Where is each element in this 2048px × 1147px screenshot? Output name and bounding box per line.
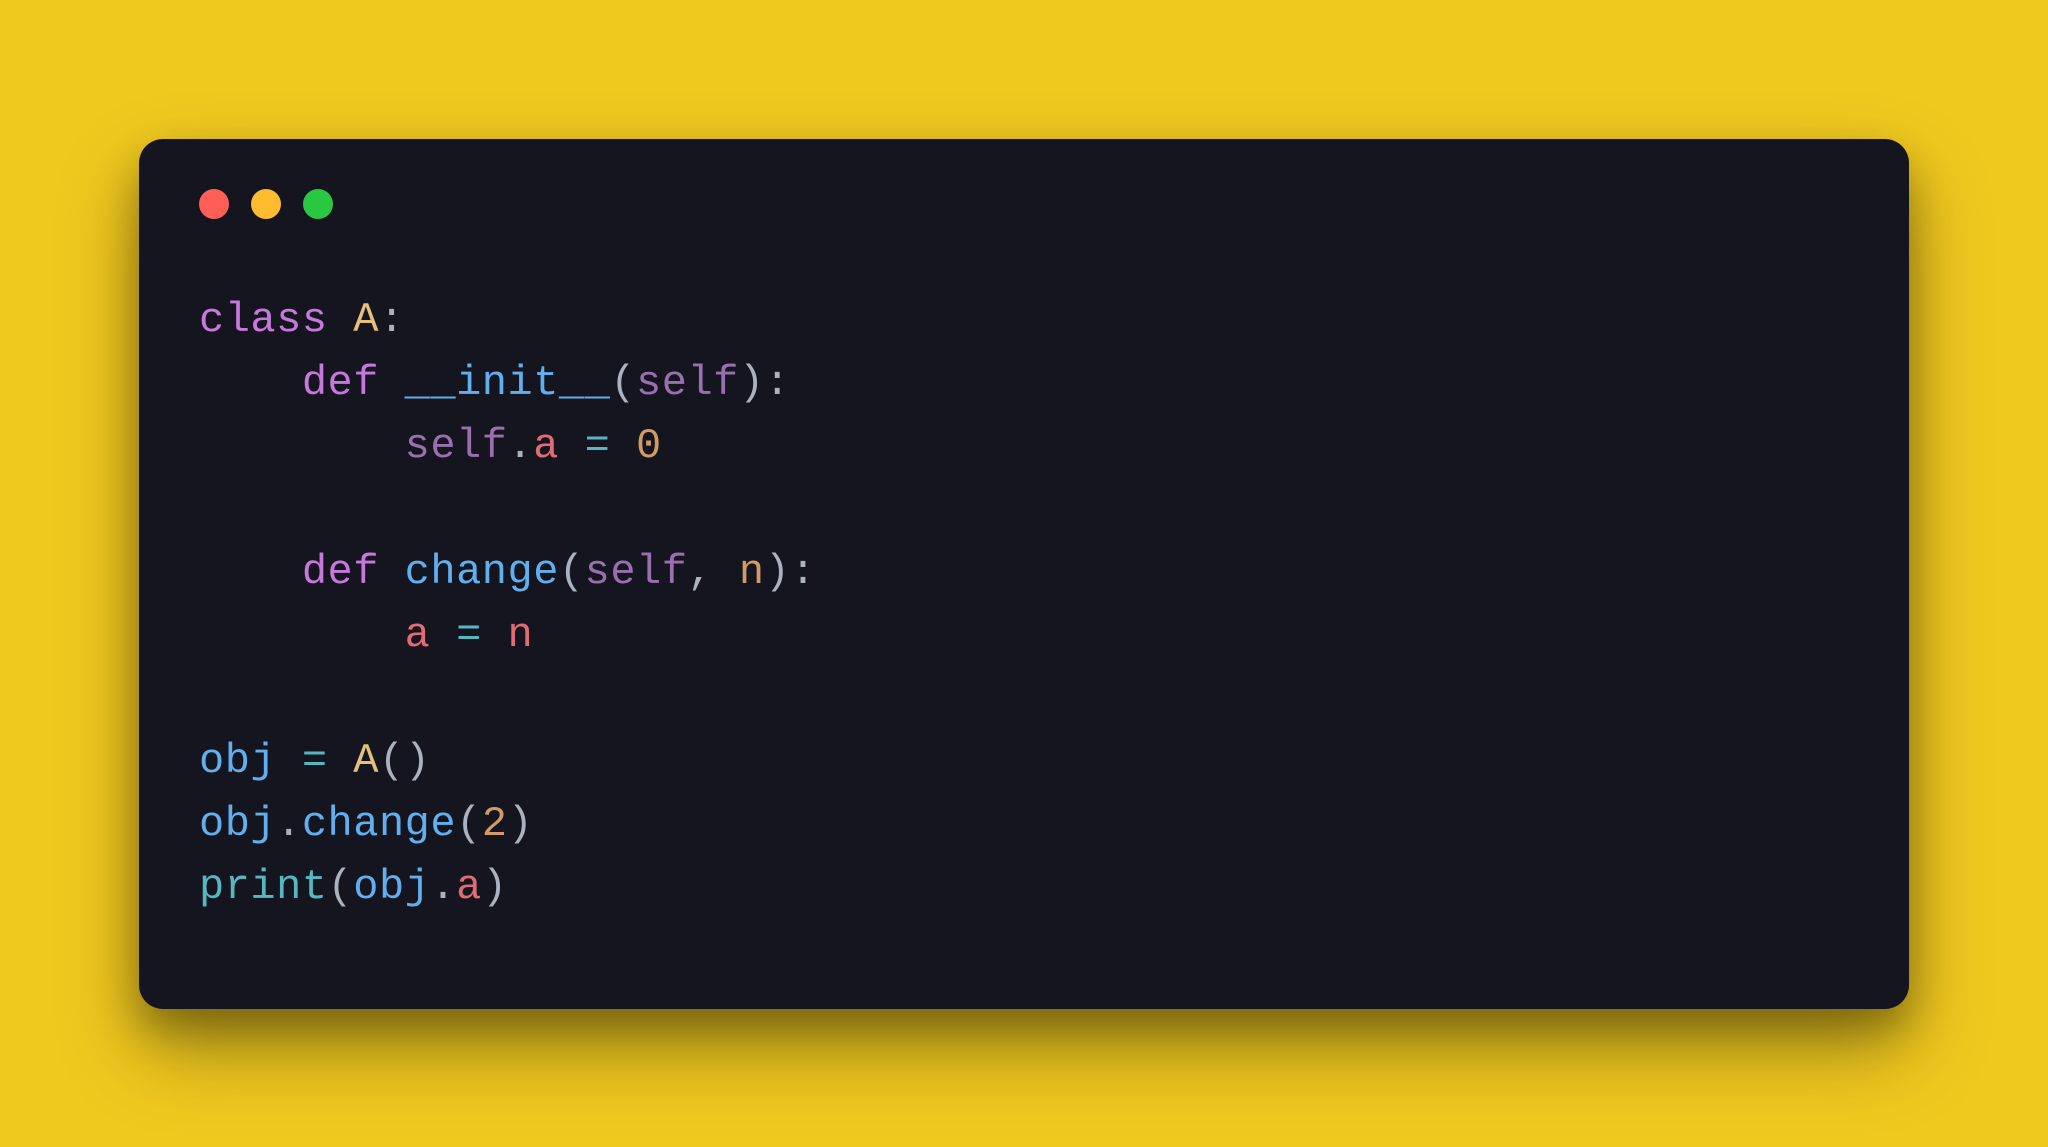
assign-op: = [276, 737, 353, 785]
assign-op: = [430, 611, 507, 659]
var-obj: obj [353, 863, 430, 911]
maximize-icon[interactable] [303, 189, 333, 219]
method-change: change [405, 548, 559, 596]
param-n: n [739, 548, 765, 596]
traffic-lights [199, 189, 1849, 219]
code-window: class A: def __init__(self): self.a = 0 … [139, 139, 1909, 1009]
assign-op: = [559, 422, 636, 470]
method-init: __init__ [405, 359, 611, 407]
self-ref: self [405, 422, 508, 470]
keyword-def: def [302, 548, 379, 596]
colon: : [379, 296, 405, 344]
builtin-print: print [199, 863, 328, 911]
class-call: A [353, 737, 379, 785]
var-n: n [507, 611, 533, 659]
keyword-def: def [302, 359, 379, 407]
literal-two: 2 [482, 800, 508, 848]
var-obj: obj [199, 737, 276, 785]
call-change: change [302, 800, 456, 848]
literal-zero: 0 [636, 422, 662, 470]
var-obj: obj [199, 800, 276, 848]
close-icon[interactable] [199, 189, 229, 219]
attr-a: a [533, 422, 559, 470]
minimize-icon[interactable] [251, 189, 281, 219]
keyword-class: class [199, 296, 328, 344]
param-self: self [636, 359, 739, 407]
param-self: self [585, 548, 688, 596]
local-a: a [405, 611, 431, 659]
class-name: A [353, 296, 379, 344]
code-block: class A: def __init__(self): self.a = 0 … [199, 289, 1849, 919]
attr-a: a [456, 863, 482, 911]
